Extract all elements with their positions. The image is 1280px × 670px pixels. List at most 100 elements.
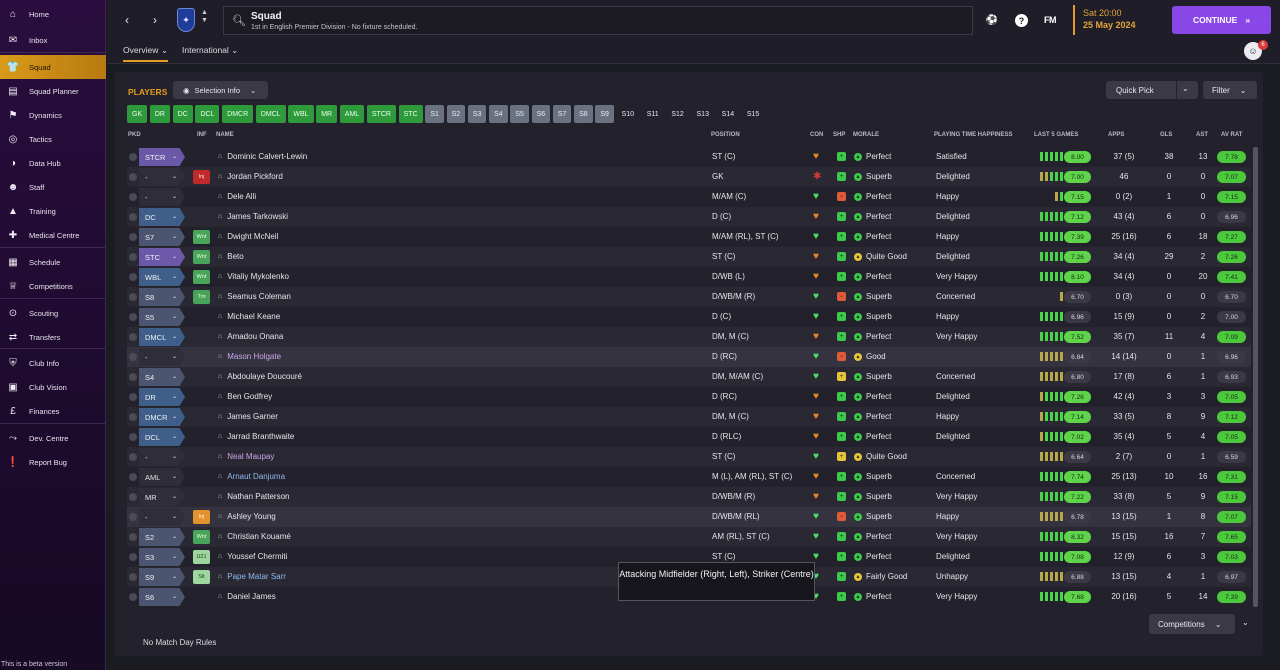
position-chip-s8[interactable]: S8 xyxy=(574,105,593,123)
col-av-rat[interactable]: AV RAT xyxy=(1221,132,1242,138)
quick-pick-button[interactable]: Quick Pick ⌄ xyxy=(1106,81,1198,99)
table-row[interactable]: DMCR ⌄ ⌂ James Garner DM, M (C) ♥ + ▲ Perfect Hap… xyxy=(127,407,1251,427)
row-select-radio[interactable] xyxy=(129,433,137,441)
table-row[interactable]: S4 ⌄ ⌂ Abdoulaye Doucouré DM, M/AM (C) ♥ + ▲ Sup… xyxy=(127,367,1251,387)
position-chip-s10[interactable]: S10 xyxy=(617,105,639,123)
info-badge[interactable]: Wnt xyxy=(193,230,210,244)
player-name-link[interactable]: ⌂ Jarrad Branthwaite xyxy=(218,432,294,441)
position-chip-s4[interactable]: S4 xyxy=(489,105,508,123)
info-badge[interactable]: Slt xyxy=(193,570,210,584)
pick-dropdown[interactable]: - ⌄ xyxy=(139,508,185,526)
club-badge-icon[interactable]: ✦ xyxy=(177,8,195,32)
tab-overview[interactable]: Overview ⌄ xyxy=(123,45,168,62)
position-chip-s3[interactable]: S3 xyxy=(467,105,487,123)
row-select-radio[interactable] xyxy=(129,453,137,461)
pick-dropdown[interactable]: - ⌄ xyxy=(139,348,185,366)
expand-chevron-icon[interactable]: ⌄ xyxy=(1242,618,1249,627)
position-chip-s9[interactable]: S9 xyxy=(595,105,614,123)
pick-dropdown[interactable]: AML ⌄ xyxy=(139,468,185,486)
fm-logo[interactable]: FM xyxy=(1042,12,1058,28)
row-select-radio[interactable] xyxy=(129,213,137,221)
help-icon[interactable]: ? xyxy=(1015,14,1028,27)
filter-button[interactable]: Filter ⌄ xyxy=(1203,81,1257,99)
table-row[interactable]: STCR ⌄ ⌂ Dominic Calvert-Lewin ST (C) ♥ + ▲ Perf… xyxy=(127,147,1251,167)
pick-dropdown[interactable]: DCL ⌄ xyxy=(139,428,185,446)
sidebar-item-scouting[interactable]: ⊙ Scouting xyxy=(0,301,106,325)
table-row[interactable]: MR ⌄ ⌂ Nathan Patterson D/WB/M (R) ♥ + ▲ Superb V… xyxy=(127,487,1251,507)
sidebar-item-medical-centre[interactable]: ✚ Medical Centre xyxy=(0,223,106,247)
col-gls[interactable]: GLS xyxy=(1160,132,1172,138)
pick-dropdown[interactable]: STCR ⌄ xyxy=(139,148,185,166)
club-switch-chevron-icon[interactable]: ▲ ▼ xyxy=(201,9,208,25)
pick-dropdown[interactable]: - ⌄ xyxy=(139,188,185,206)
col-position[interactable]: POSITION xyxy=(711,132,740,138)
sidebar-item-dev-centre[interactable]: ⤳ Dev. Centre xyxy=(0,426,106,450)
position-chip-s6[interactable]: S6 xyxy=(531,105,551,123)
row-select-radio[interactable] xyxy=(129,473,137,481)
sidebar-item-squad[interactable]: 👕 Squad xyxy=(0,55,106,79)
row-select-radio[interactable] xyxy=(129,253,137,261)
position-chip-s14[interactable]: S14 xyxy=(717,105,739,123)
player-name-link[interactable]: ⌂ Arnaut Danjuma xyxy=(218,472,285,481)
info-badge[interactable]: Inj xyxy=(193,510,210,524)
row-select-radio[interactable] xyxy=(129,493,137,501)
row-select-radio[interactable] xyxy=(129,573,137,581)
date-display[interactable]: Sat 20:00 25 May 2024 xyxy=(1073,5,1165,35)
player-name-link[interactable]: ⌂ Neal Maupay xyxy=(218,452,274,461)
row-select-radio[interactable] xyxy=(129,153,137,161)
sidebar-item-club-vision[interactable]: ▣ Club Vision xyxy=(0,375,106,399)
row-select-radio[interactable] xyxy=(129,173,137,181)
player-name-link[interactable]: ⌂ Beto xyxy=(218,252,244,261)
table-row[interactable]: S7 ⌄ Wnt ⌂ Dwight McNeil M/AM (RL), ST (C) ♥ + ▲… xyxy=(127,227,1251,247)
table-row[interactable]: S2 ⌄ Wnt ⌂ Christian Kouamé AM (RL), ST (C) ♥ +… xyxy=(127,527,1251,547)
col-apps[interactable]: APPS xyxy=(1108,132,1124,138)
info-badge[interactable]: Wnt xyxy=(193,530,210,544)
player-name-link[interactable]: ⌂ Vitaliy Mykolenko xyxy=(218,272,289,281)
pick-dropdown[interactable]: MR ⌄ xyxy=(139,488,185,506)
world-ball-icon[interactable]: ⚽ xyxy=(984,12,1000,28)
row-select-radio[interactable] xyxy=(129,393,137,401)
position-chip-s7[interactable]: S7 xyxy=(552,105,572,123)
pick-dropdown[interactable]: STC ⌄ xyxy=(139,248,185,266)
position-chip-s2[interactable]: S2 xyxy=(446,105,466,123)
position-chip-s11[interactable]: S11 xyxy=(642,105,664,123)
info-badge[interactable]: U21 xyxy=(193,550,210,564)
player-name-link[interactable]: ⌂ Dele Alli xyxy=(218,192,256,201)
player-name-link[interactable]: ⌂ Seamus Coleman xyxy=(218,292,291,301)
position-chip-s12[interactable]: S12 xyxy=(666,105,688,123)
col-morale[interactable]: MORALE xyxy=(853,132,879,138)
selection-info-button[interactable]: ◉ Selection Info ⌄ xyxy=(173,81,268,99)
sidebar-item-club-info[interactable]: ⛨ Club Info xyxy=(0,351,106,375)
table-row[interactable]: - ⌄ Inj ⌂ Ashley Young D/WB/M (RL) ♥ − ▲ Superb Ha… xyxy=(127,507,1251,527)
sidebar-item-home[interactable]: ⌂ Home xyxy=(0,2,106,26)
position-chip-s15[interactable]: S15 xyxy=(742,105,764,123)
pick-dropdown[interactable]: - ⌄ xyxy=(139,168,185,186)
pick-dropdown[interactable]: DC ⌄ xyxy=(139,208,185,226)
row-select-radio[interactable] xyxy=(129,233,137,241)
col-last-5-games[interactable]: LAST 5 GAMES xyxy=(1034,132,1078,138)
table-row[interactable]: STC ⌄ Wnt ⌂ Beto ST (C) ♥ + ▲ Quite Good Delighted… xyxy=(127,247,1251,267)
table-row[interactable]: - ⌄ Inj ⌂ Jordan Pickford GK ✱ + ▲ Superb Delighte… xyxy=(127,167,1251,187)
position-chip-dr[interactable]: DR xyxy=(149,105,170,123)
table-row[interactable]: DR ⌄ ⌂ Ben Godfrey D (RC) ♥ + ▲ Perfect Delighted… xyxy=(127,387,1251,407)
player-name-link[interactable]: ⌂ James Garner xyxy=(218,412,278,421)
col-name[interactable]: NAME xyxy=(216,132,234,138)
sidebar-item-transfers[interactable]: ⇄ Transfers xyxy=(0,325,106,349)
row-select-radio[interactable] xyxy=(129,353,137,361)
position-chip-stcr[interactable]: STCR xyxy=(366,105,396,123)
pick-dropdown[interactable]: DMCR ⌄ xyxy=(139,408,185,426)
player-name-link[interactable]: ⌂ Jordan Pickford xyxy=(218,172,283,181)
info-badge[interactable]: Wnt xyxy=(193,270,210,284)
position-chip-gk[interactable]: GK xyxy=(127,105,148,123)
pick-dropdown[interactable]: S2 ⌄ xyxy=(139,528,185,546)
position-chip-dc[interactable]: DC xyxy=(172,105,193,123)
continue-button[interactable]: CONTINUE » xyxy=(1172,6,1271,34)
position-chip-dmcl[interactable]: DMCL xyxy=(255,105,286,123)
pick-dropdown[interactable]: DMCL ⌄ xyxy=(139,328,185,346)
info-badge[interactable]: Inj xyxy=(193,170,210,184)
row-select-radio[interactable] xyxy=(129,293,137,301)
sidebar-item-staff[interactable]: ☻ Staff xyxy=(0,175,106,199)
position-chip-mr[interactable]: MR xyxy=(316,105,338,123)
position-chip-s5[interactable]: S5 xyxy=(510,105,529,123)
row-select-radio[interactable] xyxy=(129,273,137,281)
